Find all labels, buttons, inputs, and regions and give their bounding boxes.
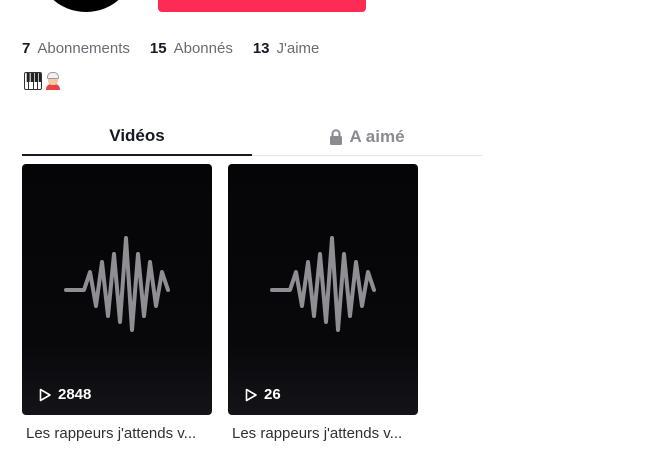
stat-followers[interactable]: 15 Abonnés xyxy=(150,40,233,57)
tab-liked-label: A aimé xyxy=(349,126,405,146)
lock-icon xyxy=(330,128,343,145)
video-thumbnail[interactable]: 2848 xyxy=(22,164,212,415)
view-count: 2848 xyxy=(38,386,91,403)
video-thumbnail[interactable]: 26 xyxy=(228,164,418,415)
following-label: Abonnements xyxy=(37,40,130,57)
view-count: 26 xyxy=(244,386,281,403)
profile-tabs: Vidéos A aimé xyxy=(22,118,482,156)
video-caption[interactable]: Les rappeurs j'attends v... xyxy=(22,425,212,442)
video-caption[interactable]: Les rappeurs j'attends v... xyxy=(228,425,418,442)
bio xyxy=(24,72,62,90)
likes-label: J'aime xyxy=(276,40,320,57)
followers-label: Abonnés xyxy=(173,40,233,57)
followers-count: 15 xyxy=(149,40,167,57)
piano-icon xyxy=(24,72,42,90)
tab-liked[interactable]: A aimé xyxy=(252,118,482,155)
stat-likes: 13 J'aime xyxy=(253,40,320,57)
tab-videos[interactable]: Vidéos xyxy=(22,118,252,156)
tab-videos-label: Vidéos xyxy=(109,126,165,145)
video-card[interactable]: 26 Les rappeurs j'attends v... xyxy=(228,164,418,442)
play-icon xyxy=(245,388,257,401)
likes-count: 13 xyxy=(252,40,270,57)
video-grid: 2848 Les rappeurs j'attends v... 26 Les … xyxy=(22,164,418,442)
profile-stats: 7 Abonnements 15 Abonnés 13 J'aime xyxy=(22,40,319,57)
audio-wave-icon xyxy=(270,236,376,332)
cook-icon xyxy=(44,72,62,90)
play-icon xyxy=(39,388,51,401)
view-count-value: 2848 xyxy=(58,386,92,403)
audio-wave-icon xyxy=(64,236,170,332)
following-count: 7 xyxy=(22,40,31,57)
follow-button[interactable]: S'abonner xyxy=(158,0,366,12)
stat-following[interactable]: 7 Abonnements xyxy=(22,40,130,57)
avatar[interactable] xyxy=(36,0,136,12)
video-card[interactable]: 2848 Les rappeurs j'attends v... xyxy=(22,164,212,442)
view-count-value: 26 xyxy=(264,386,281,403)
